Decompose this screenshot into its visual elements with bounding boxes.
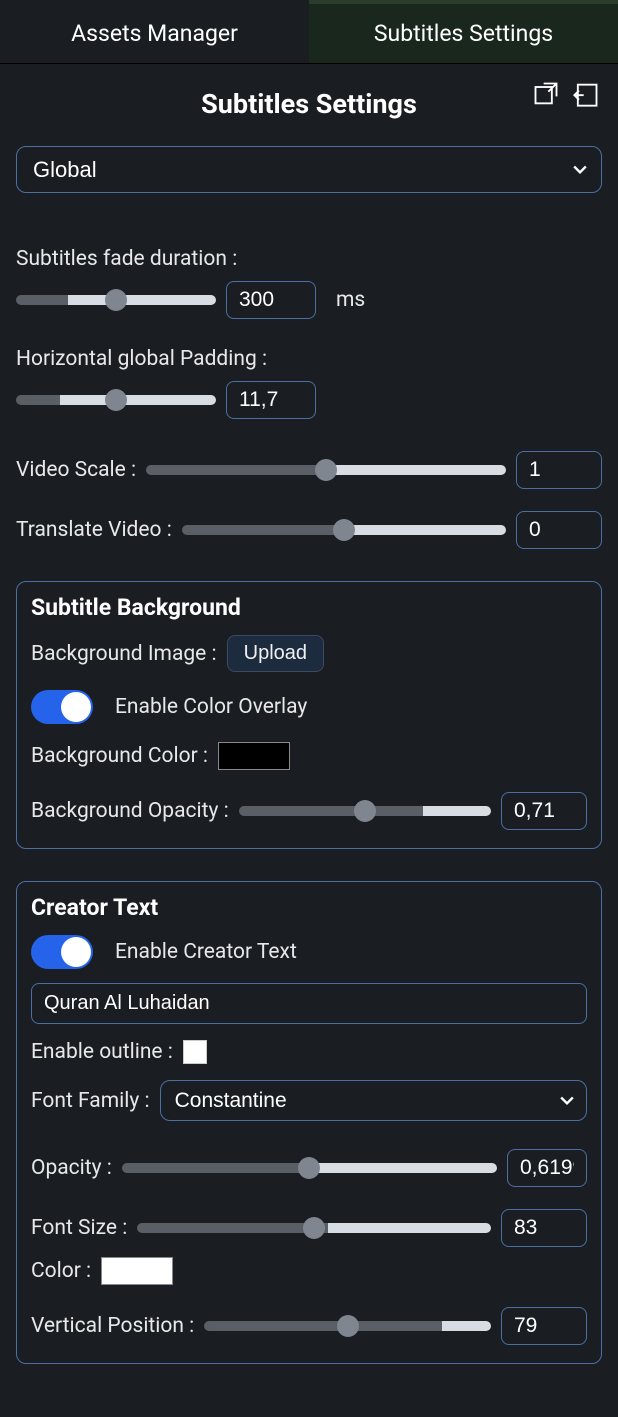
vscale-input[interactable] xyxy=(516,451,602,489)
fade-slider[interactable] xyxy=(16,295,216,305)
bg-opacity-label: Background Opacity : xyxy=(31,799,229,823)
vpos-input[interactable] xyxy=(501,1307,587,1345)
bg-opacity-slider[interactable] xyxy=(239,806,491,816)
outline-label: Enable outline : xyxy=(31,1040,173,1064)
hpad-input[interactable] xyxy=(226,381,316,419)
bg-color-swatch[interactable] xyxy=(218,742,290,770)
translate-input[interactable] xyxy=(516,511,602,549)
creator-text-input[interactable] xyxy=(31,983,587,1024)
font-family-select[interactable]: Constantine xyxy=(160,1080,587,1121)
scope-select[interactable]: Global xyxy=(16,146,602,193)
tab-assets-manager[interactable]: Assets Manager xyxy=(0,0,309,63)
creator-opacity-label: Opacity : xyxy=(31,1156,112,1180)
fade-input[interactable] xyxy=(226,281,316,319)
creator-color-swatch[interactable] xyxy=(101,1257,173,1285)
translate-label: Translate Video : xyxy=(16,518,172,542)
creator-enable-label: Enable Creator Text xyxy=(115,940,297,964)
tab-subtitles-settings[interactable]: Subtitles Settings xyxy=(309,0,618,63)
upload-button[interactable]: Upload xyxy=(227,635,324,672)
translate-slider[interactable] xyxy=(182,525,506,535)
bg-opacity-input[interactable] xyxy=(501,792,587,830)
font-family-label: Font Family : xyxy=(31,1089,150,1113)
vscale-label: Video Scale : xyxy=(16,458,136,482)
fade-unit: ms xyxy=(336,288,365,312)
font-size-slider[interactable] xyxy=(137,1223,491,1233)
creator-heading: Creator Text xyxy=(31,894,587,921)
vscale-slider[interactable] xyxy=(146,465,506,475)
subtitle-background-panel: Subtitle Background Background Image : U… xyxy=(16,581,602,849)
page-title: Subtitles Settings xyxy=(201,88,417,120)
outline-checkbox[interactable] xyxy=(183,1040,207,1064)
overlay-toggle[interactable] xyxy=(31,690,93,724)
bg-color-label: Background Color : xyxy=(31,744,208,768)
fade-label: Subtitles fade duration : xyxy=(16,247,602,271)
overlay-label: Enable Color Overlay xyxy=(115,695,307,719)
creator-color-label: Color : xyxy=(31,1259,91,1283)
hpad-slider[interactable] xyxy=(16,395,216,405)
creator-text-panel: Creator Text Enable Creator Text Enable … xyxy=(16,881,602,1364)
creator-opacity-input[interactable] xyxy=(507,1149,587,1187)
export-icon[interactable] xyxy=(570,78,602,110)
hpad-label: Horizontal global Padding : xyxy=(16,347,602,371)
resize-icon[interactable] xyxy=(530,78,562,110)
creator-enable-toggle[interactable] xyxy=(31,935,93,969)
font-size-input[interactable] xyxy=(501,1209,587,1247)
vpos-slider[interactable] xyxy=(204,1321,491,1331)
vpos-label: Vertical Position : xyxy=(31,1314,194,1338)
creator-opacity-slider[interactable] xyxy=(122,1163,497,1173)
font-size-label: Font Size : xyxy=(31,1216,127,1240)
bg-image-label: Background Image : xyxy=(31,642,217,666)
bg-heading: Subtitle Background xyxy=(31,594,587,621)
